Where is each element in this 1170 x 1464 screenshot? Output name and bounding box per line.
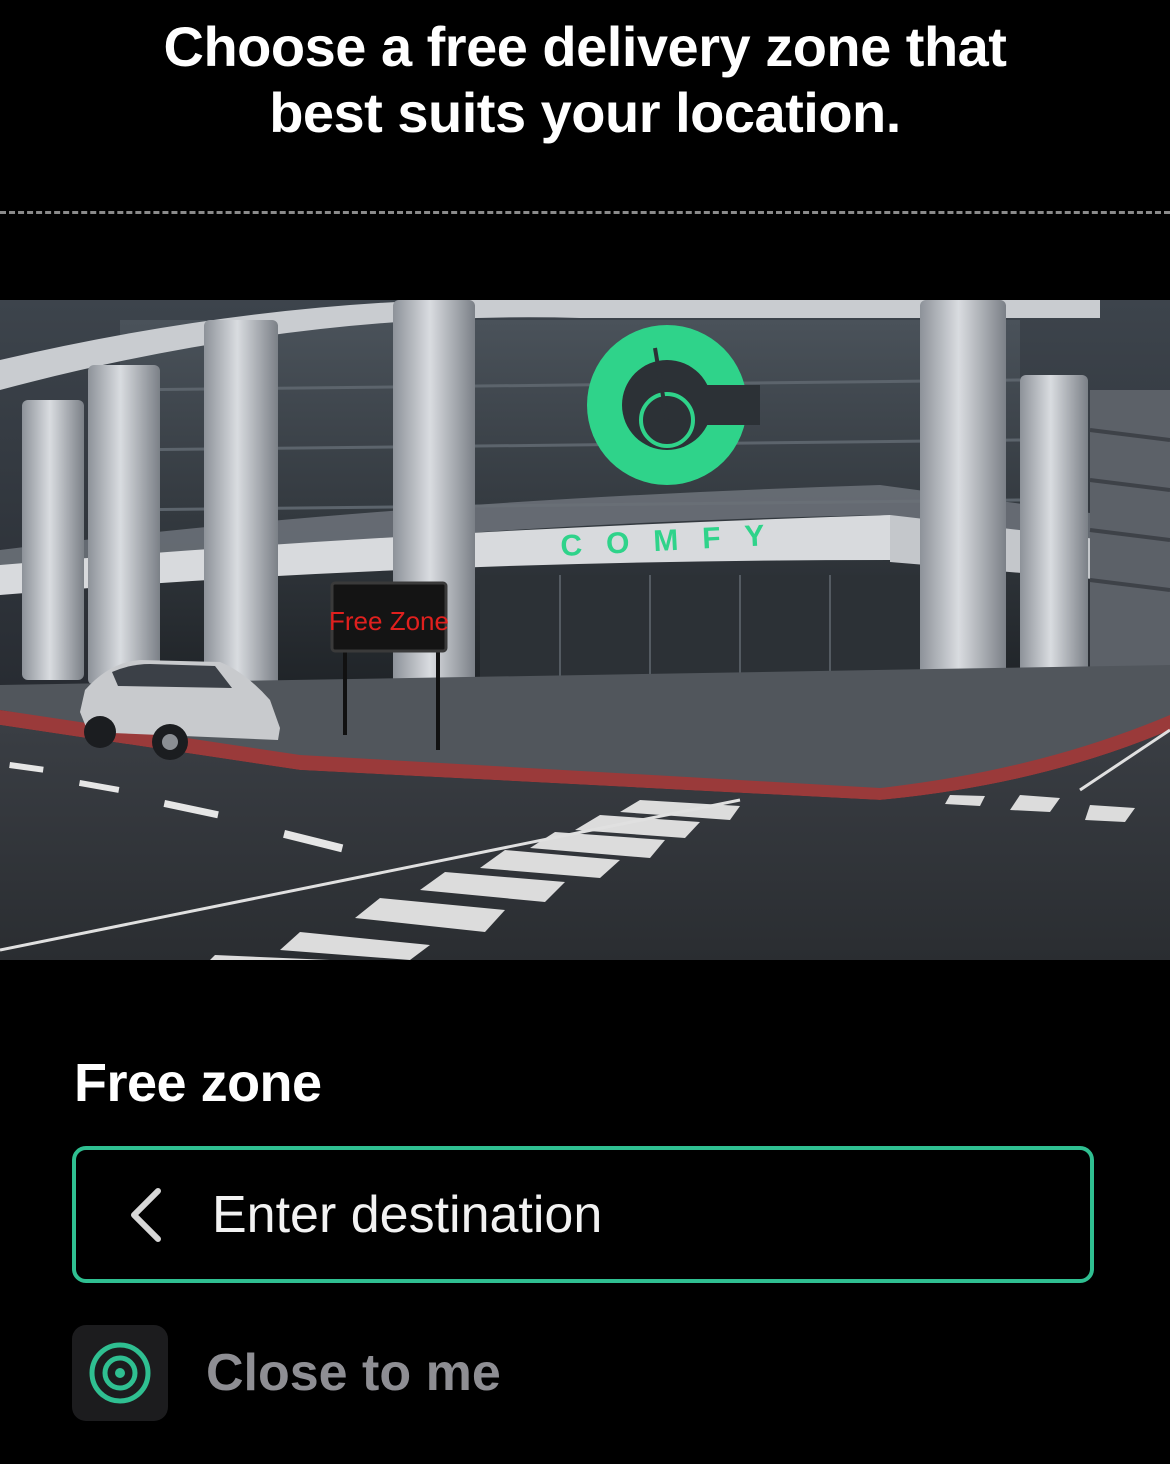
dashed-divider: [0, 211, 1170, 214]
headline-line-1: Choose a free delivery zone that: [163, 15, 1007, 78]
destination-input[interactable]: [212, 1174, 1090, 1255]
section-title: Free zone: [74, 1053, 322, 1113]
destination-field[interactable]: [72, 1146, 1094, 1283]
close-to-me-label: Close to me: [206, 1344, 501, 1402]
page-headline: Choose a free delivery zone that best su…: [0, 14, 1170, 146]
hero-image: COMFY Free Zone: [0, 300, 1170, 960]
chevron-left-icon[interactable]: [126, 1185, 176, 1245]
target-icon: [72, 1325, 168, 1421]
free-zone-sign: Free Zone: [329, 606, 449, 636]
close-to-me-option[interactable]: Close to me: [72, 1325, 672, 1421]
headline-line-2: best suits your location.: [269, 81, 901, 144]
